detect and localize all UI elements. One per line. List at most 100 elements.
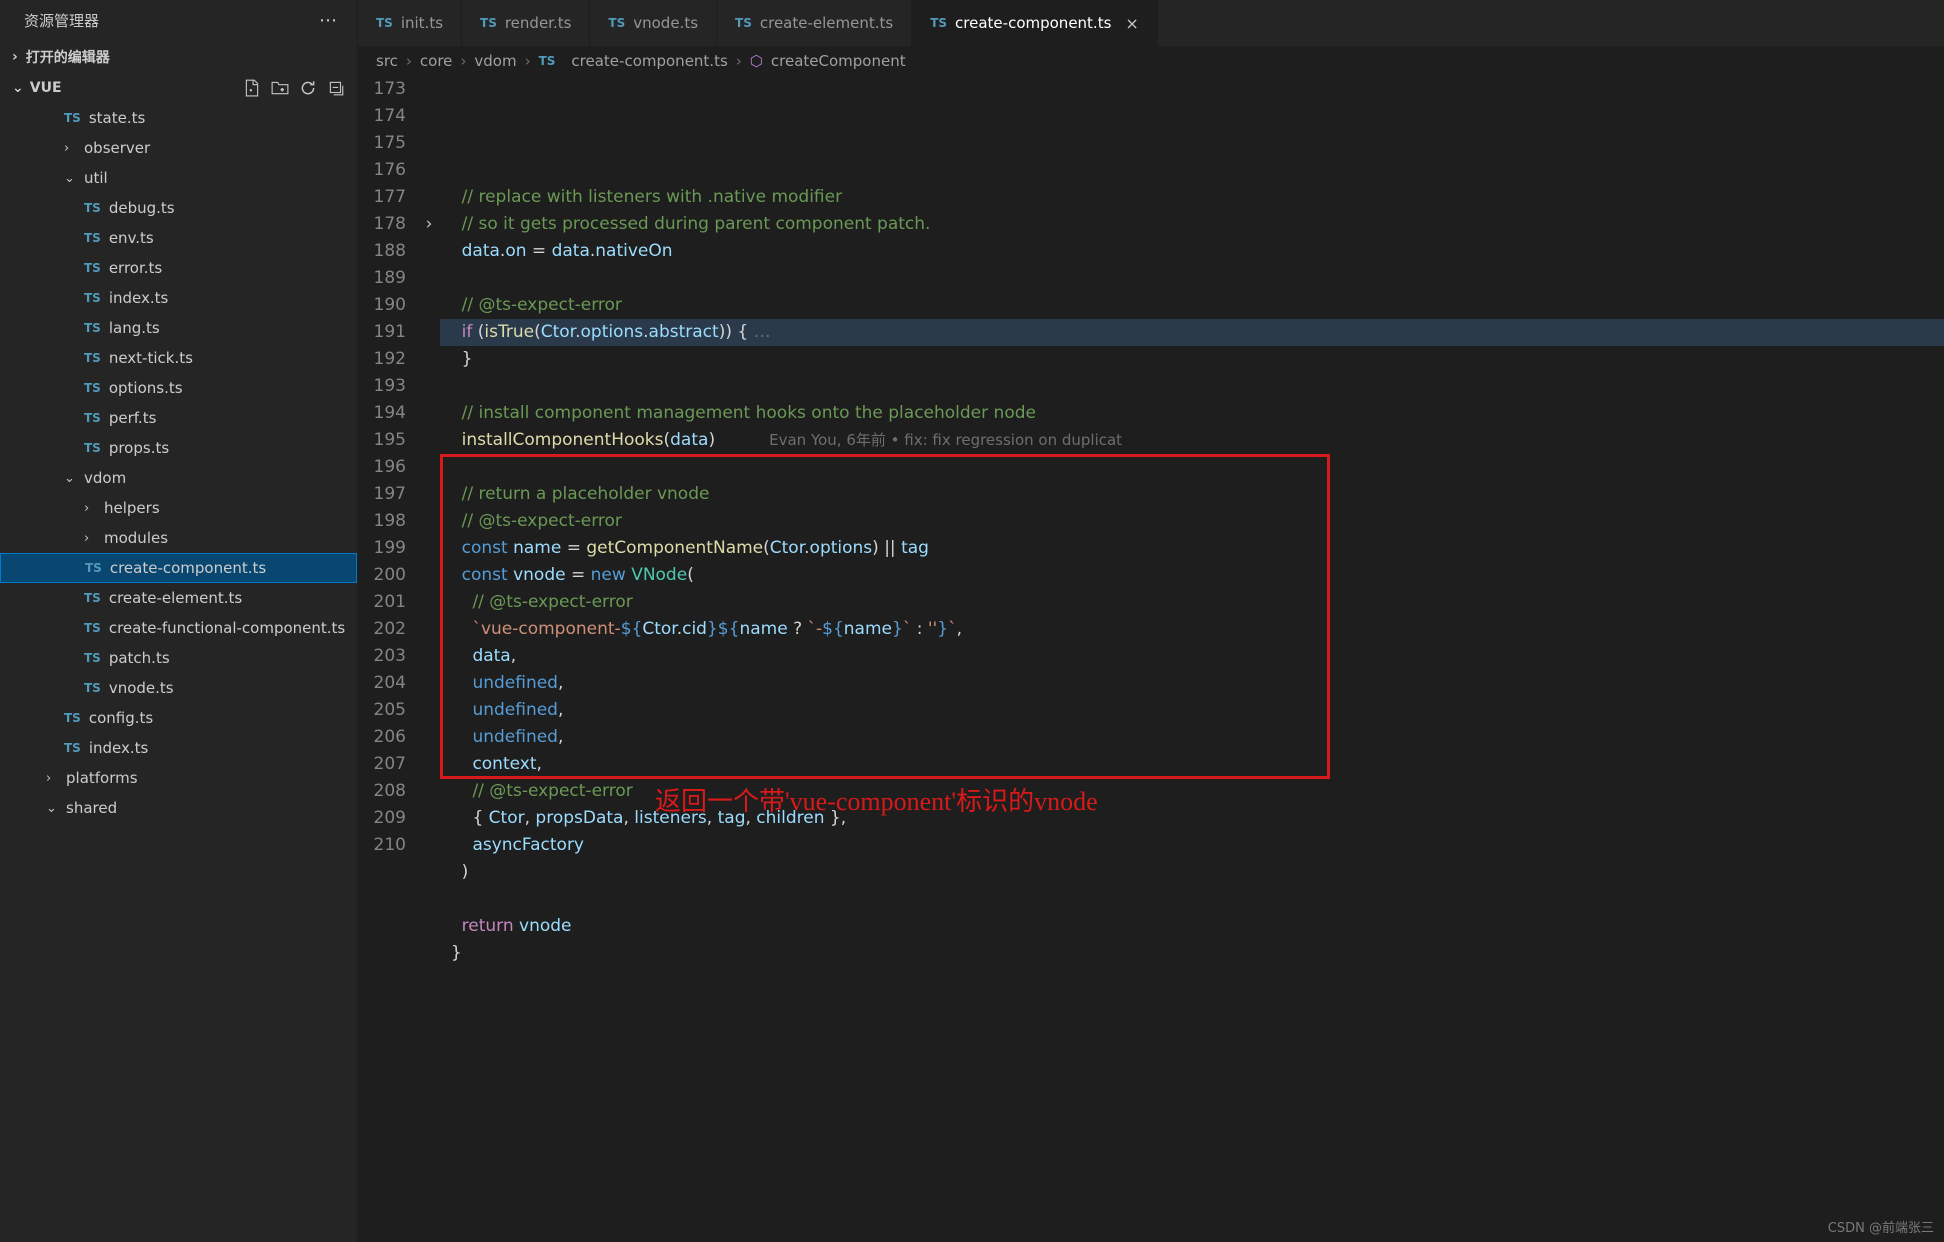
code-line[interactable]: data, [440, 643, 1944, 670]
fold-gutter[interactable]: › [418, 211, 440, 238]
tree-label: modules [104, 529, 168, 547]
code-line[interactable]: return vnode [440, 913, 1944, 940]
tree-label: options.ts [109, 379, 183, 397]
crumb-file[interactable]: create-component.ts [571, 52, 727, 70]
tree-folder[interactable]: ⌄vdom [0, 463, 357, 493]
ts-file-icon: TS [84, 651, 101, 665]
code-line[interactable] [440, 454, 1944, 481]
code-line[interactable]: undefined, [440, 670, 1944, 697]
tree-file[interactable]: TSvnode.ts [0, 673, 357, 703]
code-line[interactable]: const name = getComponentName(Ctor.optio… [440, 535, 1944, 562]
crumb-src[interactable]: src [376, 52, 398, 70]
ts-file-icon: TS [84, 681, 101, 695]
tree-folder[interactable]: ›observer [0, 133, 357, 163]
tree-file[interactable]: TSlang.ts [0, 313, 357, 343]
code-line[interactable]: ) [440, 859, 1944, 886]
tree-folder[interactable]: ⌄util [0, 163, 357, 193]
line-number: 208 [358, 778, 406, 805]
crumb-symbol[interactable]: createComponent [771, 52, 906, 70]
ts-file-icon: TS [85, 561, 102, 575]
tree-file[interactable]: TSoptions.ts [0, 373, 357, 403]
code-line[interactable]: data.on = data.nativeOn [440, 238, 1944, 265]
tree-label: env.ts [109, 229, 154, 247]
fold-gutter [418, 508, 440, 535]
tree-file[interactable]: TScreate-component.ts [0, 553, 357, 583]
crumb-core[interactable]: core [420, 52, 453, 70]
open-editors-section[interactable]: › 打开的编辑器 [0, 41, 357, 73]
tree-file[interactable]: TSdebug.ts [0, 193, 357, 223]
chevron-down-icon: ⌄ [46, 801, 60, 816]
editor-tab[interactable]: TScreate-element.ts [717, 0, 912, 46]
code-content[interactable]: 返回一个带'vue-component'标识的vnode // replace … [440, 76, 1944, 1242]
tree-label: vdom [84, 469, 126, 487]
line-number: 204 [358, 670, 406, 697]
tree-label: index.ts [89, 739, 149, 757]
tree-file[interactable]: TSenv.ts [0, 223, 357, 253]
tree-file[interactable]: TSstate.ts [0, 103, 357, 133]
code-line[interactable]: `vue-component-${Ctor.cid}${name ? `-${n… [440, 616, 1944, 643]
tree-folder[interactable]: ›modules [0, 523, 357, 553]
tree-file[interactable]: TSperf.ts [0, 403, 357, 433]
breadcrumbs[interactable]: src› core› vdom› TS create-component.ts›… [358, 46, 1944, 76]
code-line[interactable]: // @ts-expect-error [440, 292, 1944, 319]
code-line[interactable] [440, 886, 1944, 913]
editor-tab[interactable]: TScreate-component.ts× [912, 0, 1158, 46]
tree-file[interactable]: TSconfig.ts [0, 703, 357, 733]
fold-gutter [418, 643, 440, 670]
ts-file-icon: TS [84, 261, 101, 275]
code-line[interactable]: // replace with listeners with .native m… [440, 184, 1944, 211]
tree-file[interactable]: TSerror.ts [0, 253, 357, 283]
tree-file[interactable]: TScreate-element.ts [0, 583, 357, 613]
tree-file[interactable]: TS props.ts [0, 433, 357, 463]
explorer-more-icon[interactable]: ⋯ [319, 10, 339, 31]
close-icon[interactable]: × [1125, 14, 1138, 33]
code-line[interactable]: // @ts-expect-error [440, 589, 1944, 616]
tree-folder[interactable]: ⌄shared [0, 793, 357, 823]
code-line[interactable]: installComponentHooks(data) Evan You, 6年… [440, 427, 1944, 454]
editor-tab[interactable]: TSrender.ts [462, 0, 590, 46]
line-number: 209 [358, 805, 406, 832]
ts-file-icon: TS [376, 16, 393, 30]
tree-folder[interactable]: ›helpers [0, 493, 357, 523]
ts-file-icon: TS [84, 441, 101, 455]
project-header[interactable]: ⌄ VUE [0, 73, 357, 103]
editor[interactable]: 1731741751761771781881891901911921931941… [358, 76, 1944, 1242]
tree-folder[interactable]: ›platforms [0, 763, 357, 793]
tree-file[interactable]: TSpatch.ts [0, 643, 357, 673]
code-line[interactable]: undefined, [440, 724, 1944, 751]
new-folder-icon[interactable] [271, 79, 289, 97]
new-file-icon[interactable] [243, 79, 261, 97]
fold-gutter [418, 589, 440, 616]
editor-tab[interactable]: TSvnode.ts [590, 0, 717, 46]
code-line[interactable]: // @ts-expect-error [440, 508, 1944, 535]
code-line[interactable]: const vnode = new VNode( [440, 562, 1944, 589]
collapse-all-icon[interactable] [327, 79, 345, 97]
crumb-vdom[interactable]: vdom [474, 52, 516, 70]
line-number: 203 [358, 643, 406, 670]
fold-gutter [418, 265, 440, 292]
code-line[interactable] [440, 373, 1944, 400]
tab-label: create-component.ts [955, 14, 1111, 32]
code-line[interactable]: } [440, 940, 1944, 967]
code-line[interactable]: } [440, 346, 1944, 373]
tree-file[interactable]: TSnext-tick.ts [0, 343, 357, 373]
code-line[interactable]: if (isTrue(Ctor.options.abstract)) { … [440, 319, 1944, 346]
line-number: 175 [358, 130, 406, 157]
code-line[interactable]: // so it gets processed during parent co… [440, 211, 1944, 238]
ts-file-icon: TS [84, 621, 101, 635]
code-line[interactable]: // return a placeholder vnode [440, 481, 1944, 508]
tree-file[interactable]: TSindex.ts [0, 733, 357, 763]
ts-file-icon: TS [84, 291, 101, 305]
editor-tab[interactable]: TSinit.ts [358, 0, 462, 46]
code-line[interactable]: undefined, [440, 697, 1944, 724]
tree-file[interactable]: TScreate-functional-component.ts [0, 613, 357, 643]
code-line[interactable] [440, 265, 1944, 292]
code-line[interactable]: asyncFactory [440, 832, 1944, 859]
tree-label: props.ts [109, 439, 169, 457]
tree-file[interactable]: TSindex.ts [0, 283, 357, 313]
fold-gutter [418, 400, 440, 427]
code-line[interactable]: context, [440, 751, 1944, 778]
refresh-icon[interactable] [299, 79, 317, 97]
fold-column: › [418, 76, 440, 1242]
code-line[interactable]: // install component management hooks on… [440, 400, 1944, 427]
